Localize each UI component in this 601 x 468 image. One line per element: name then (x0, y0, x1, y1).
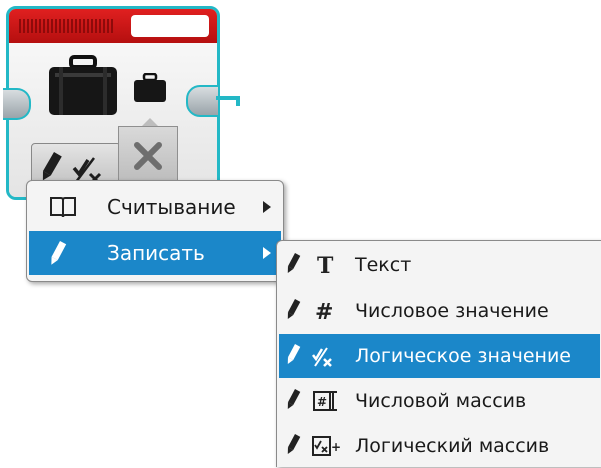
output-briefcase-icon (134, 73, 166, 102)
submenu-item-number-array[interactable]: # Числовой массив (279, 379, 600, 423)
svg-text:#: # (315, 300, 333, 325)
submenu-arrow-icon (263, 201, 271, 213)
number-array-icon: # (287, 387, 343, 415)
submenu-item-logic-array[interactable]: + Логический массив (279, 424, 600, 468)
book-icon (49, 195, 77, 219)
menu-item-read[interactable]: Считывание (29, 185, 281, 229)
write-submenu: T Текст # Числовое значение Логическое з… (276, 240, 601, 467)
logic-icon (287, 342, 343, 370)
submenu-item-label: Числовой массив (355, 390, 527, 412)
text-icon: T (287, 251, 343, 279)
submenu-item-label: Логический массив (355, 435, 550, 457)
submenu-item-label: Текст (355, 254, 412, 276)
svg-text:T: T (317, 253, 334, 279)
block-name-tab[interactable] (131, 15, 209, 37)
pencil-icon (51, 239, 73, 269)
menu-item-label: Считывание (107, 195, 236, 219)
block-header-stripes (19, 19, 115, 33)
submenu-item-label: Логическое значение (355, 345, 571, 367)
submenu-item-number[interactable]: # Числовое значение (279, 289, 600, 333)
submenu-item-text[interactable]: T Текст (279, 243, 600, 287)
svg-text:+: + (331, 440, 341, 454)
output-wire (236, 96, 240, 106)
menu-item-label: Записать (107, 241, 205, 265)
submenu-item-label: Числовое значение (355, 300, 549, 322)
number-icon: # (287, 297, 343, 325)
cross-icon (134, 142, 162, 170)
input-port[interactable] (3, 88, 31, 120)
menu-item-write[interactable]: Записать (29, 231, 281, 275)
svg-text:#: # (317, 395, 327, 409)
output-port[interactable] (186, 85, 220, 117)
block-header (9, 9, 217, 43)
mode-menu: Считывание Записать (26, 180, 284, 282)
briefcase-icon (49, 55, 117, 115)
value-input-param[interactable] (118, 126, 178, 184)
logic-array-icon: + (287, 432, 343, 460)
submenu-item-logic[interactable]: Логическое значение (279, 334, 600, 378)
submenu-arrow-icon (263, 247, 271, 259)
